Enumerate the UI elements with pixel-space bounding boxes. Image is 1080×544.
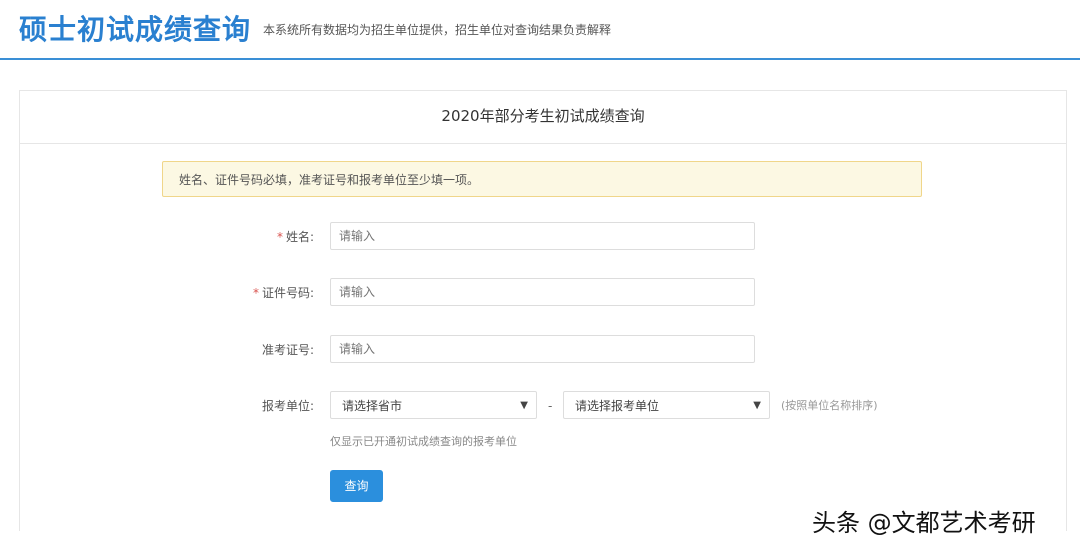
id-label: * 证件号码: xyxy=(253,278,314,308)
name-input[interactable] xyxy=(330,222,755,250)
school-select-value: 请选择报考单位 xyxy=(575,399,660,413)
chevron-down-icon: ▼ xyxy=(753,400,761,411)
ticket-number-input[interactable] xyxy=(330,335,755,363)
header: 硕士初试成绩查询 本系统所有数据均为招生单位提供，招生单位对查询结果负责解释 xyxy=(0,0,1080,60)
page-subtitle: 本系统所有数据均为招生单位提供，招生单位对查询结果负责解释 xyxy=(263,23,612,37)
select-separator: - xyxy=(548,399,553,413)
unit-label: 报考单位: xyxy=(261,399,314,413)
watermark: 头条 @文都艺术考研 xyxy=(812,509,1036,537)
id-label-text: 证件号码: xyxy=(261,286,314,300)
chevron-down-icon: ▼ xyxy=(520,400,528,411)
id-number-input[interactable] xyxy=(330,278,755,306)
sort-hint: (按照单位名称排序) xyxy=(781,399,878,412)
name-label-text: 姓名: xyxy=(285,230,314,244)
name-row: * 姓名: xyxy=(20,222,1066,252)
required-mark: * xyxy=(276,230,283,244)
ticket-label: 准考证号: xyxy=(261,343,314,357)
card-title: 2020年部分考生初试成绩查询 xyxy=(20,91,1066,144)
query-card: 2020年部分考生初试成绩查询 姓名、证件号码必填，准考证号和报考单位至少填一项… xyxy=(19,90,1067,531)
notice-banner: 姓名、证件号码必填，准考证号和报考单位至少填一项。 xyxy=(162,161,922,197)
name-label: * 姓名: xyxy=(277,222,314,252)
required-mark: * xyxy=(252,286,259,300)
unit-note: 仅显示已开通初试成绩查询的报考单位 xyxy=(330,435,517,448)
unit-row: 报考单位: 请选择省市 ▼ - 请选择报考单位 ▼ (按照单位名称排序) xyxy=(20,391,1066,421)
province-select-value: 请选择省市 xyxy=(342,399,403,413)
ticket-row: 准考证号: xyxy=(20,335,1066,365)
school-select[interactable]: 请选择报考单位 ▼ xyxy=(563,391,770,419)
query-button[interactable]: 查询 xyxy=(330,470,383,502)
id-row: * 证件号码: xyxy=(20,278,1066,308)
province-select[interactable]: 请选择省市 ▼ xyxy=(330,391,537,419)
page-title: 硕士初试成绩查询 xyxy=(19,13,252,46)
